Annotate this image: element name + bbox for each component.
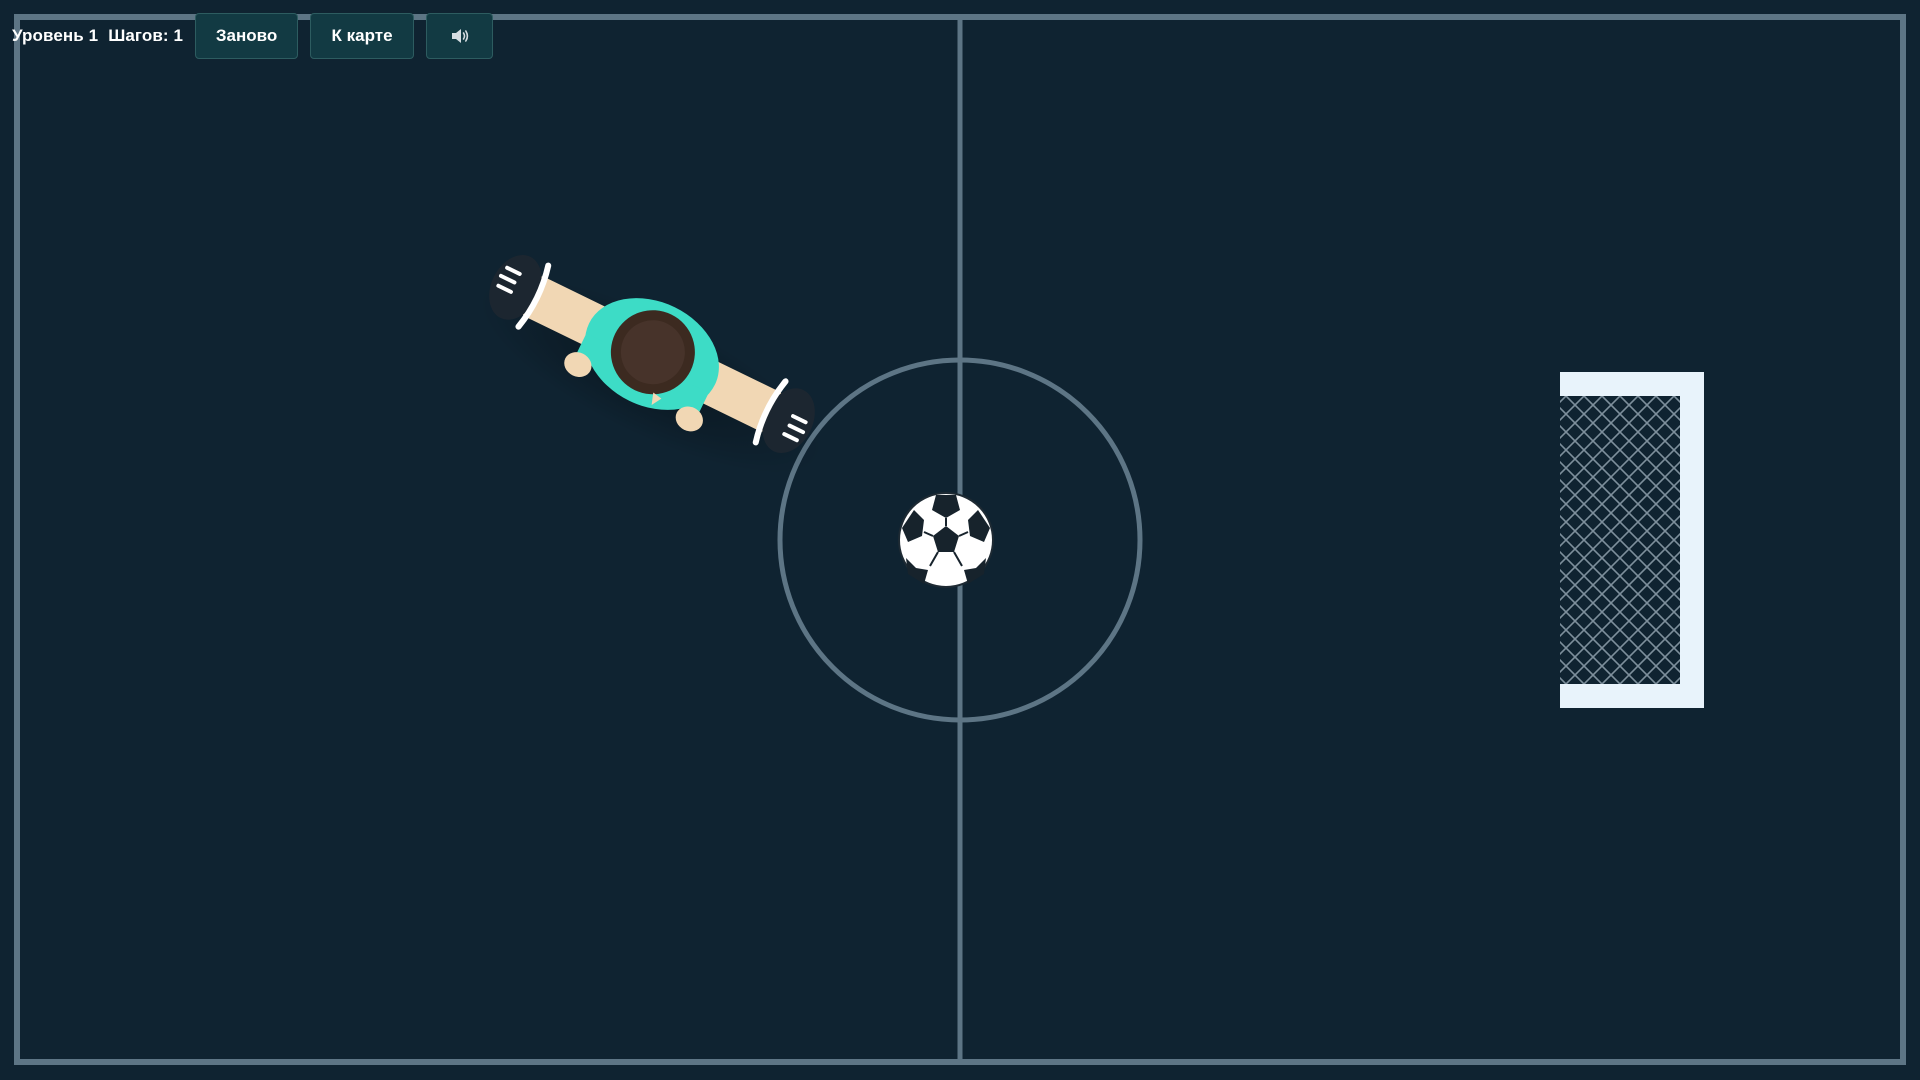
speaker-icon bbox=[451, 29, 468, 43]
restart-button[interactable]: Заново bbox=[195, 13, 299, 59]
back-to-map-button[interactable]: К карте bbox=[310, 13, 415, 59]
soccer-ball[interactable] bbox=[898, 492, 994, 588]
goal bbox=[1560, 372, 1704, 708]
pitch bbox=[14, 14, 1906, 1065]
hud-bar: Уровень 1 Шагов: 1 Заново К карте bbox=[12, 13, 494, 59]
sound-toggle-button[interactable] bbox=[426, 13, 494, 59]
steps-counter: Шагов: 1 bbox=[108, 26, 184, 45]
game-stage: Уровень 1 Шагов: 1 Заново К карте bbox=[0, 0, 1920, 1080]
level-label: Уровень 1 bbox=[12, 26, 99, 45]
player[interactable] bbox=[453, 227, 852, 512]
